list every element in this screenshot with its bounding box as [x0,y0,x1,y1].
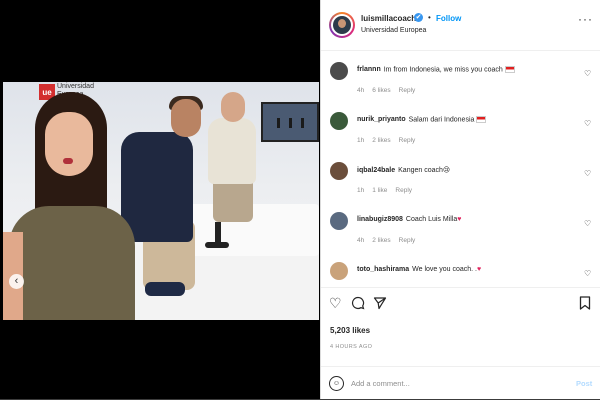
reply-button[interactable]: Reply [399,137,416,144]
commenter-avatar[interactable] [330,162,348,180]
post-side-panel: luismillacoach ✔ • Follow Universidad Eu… [320,0,600,399]
emoji-smiley-icon[interactable]: ☺ [329,376,344,391]
commenter-avatar[interactable] [330,262,348,280]
commenter-username[interactable]: frlannn [357,66,381,73]
add-comment-bar: ☺ Post [321,366,600,400]
comment-text: Coach Luis Milla [405,216,458,223]
commenter-username[interactable]: iqbal24bale [357,167,395,174]
comment-item: iqbal24bale Kangen coach😢 1h 1 like Reply ♡ [321,150,600,200]
comment-item: toto_hashirama We love you coach. .♥ ♡ [321,250,600,287]
comment-text: Im from Indonesia, we miss you coach [383,66,503,74]
comments-list[interactable]: frlannn Im from Indonesia, we miss you co… [321,50,600,287]
save-bookmark-icon[interactable] [579,296,591,312]
flag-icon [504,66,515,73]
comment-likes[interactable]: 2 likes [372,237,390,244]
commenter-username[interactable]: linabugiz8908 [357,216,403,223]
heart-emoji-icon: ♥ [457,216,462,223]
commenter-avatar[interactable] [330,212,348,230]
flag-icon [476,116,487,123]
comment-likes[interactable]: 6 likes [372,87,390,94]
like-comment-icon[interactable]: ♡ [584,119,591,128]
comment-time: 1h [357,187,365,194]
previous-arrow-icon[interactable]: ‹ [9,274,24,289]
comment-time: 4h [357,87,365,94]
media-area: ue Universidad Europea ‹ [0,0,320,399]
post-header: luismillacoach ✔ • Follow Universidad Eu… [321,0,600,51]
likes-count[interactable]: 5,203 likes [330,326,370,335]
post-location[interactable]: Universidad Europea [361,27,426,34]
avatar[interactable] [329,12,355,38]
author-username[interactable]: luismillacoach [361,14,416,23]
follow-button[interactable]: Follow [436,14,461,23]
comment-time: 1h [357,137,365,144]
heart-emoji-icon: ♥ [476,266,482,273]
comment-text: We love you coach. . [412,266,477,273]
post-actions-bar: ♡ [321,287,600,322]
comment-bubble-icon[interactable] [351,296,365,312]
like-comment-icon[interactable]: ♡ [584,269,591,278]
commenter-username[interactable]: toto_hashirama [357,266,409,273]
instagram-post-viewer: ue Universidad Europea ‹ luismillacoa [0,0,600,399]
post-photo[interactable]: ue Universidad Europea ‹ [3,82,319,320]
reply-button[interactable]: Reply [399,237,416,244]
commenter-username[interactable]: nurik_priyanto [357,116,406,123]
post-comment-button[interactable]: Post [576,379,592,388]
like-comment-icon[interactable]: ♡ [584,169,591,178]
comment-time: 4h [357,237,365,244]
comment-item: linabugiz8908 Coach Luis Milla♥ 4h 2 likes… [321,200,600,250]
like-comment-icon[interactable]: ♡ [584,219,591,228]
comment-input[interactable] [351,375,551,391]
comment-text: Salam dari Indonesia [408,116,475,124]
commenter-avatar[interactable] [330,62,348,80]
reply-button[interactable]: Reply [399,87,416,94]
comment-item: nurik_priyanto Salam dari Indonesia 1h 2 l… [321,100,600,150]
separator-dot: • [428,13,431,22]
more-options-icon[interactable]: ··· [578,12,593,26]
comment-text: Kangen coach😢 [398,167,451,174]
comment-item: frlannn Im from Indonesia, we miss you co… [321,50,600,100]
reply-button[interactable]: Reply [395,187,412,194]
like-heart-icon[interactable]: ♡ [329,296,342,310]
commenter-avatar[interactable] [330,112,348,130]
studio-screen [261,102,319,142]
verified-badge-icon: ✔ [414,13,423,22]
like-comment-icon[interactable]: ♡ [584,69,591,78]
comment-likes[interactable]: 2 likes [372,137,390,144]
share-paper-plane-icon[interactable] [373,296,387,312]
comment-likes[interactable]: 1 like [372,187,387,194]
post-timestamp: 4 HOURS AGO [330,344,373,350]
